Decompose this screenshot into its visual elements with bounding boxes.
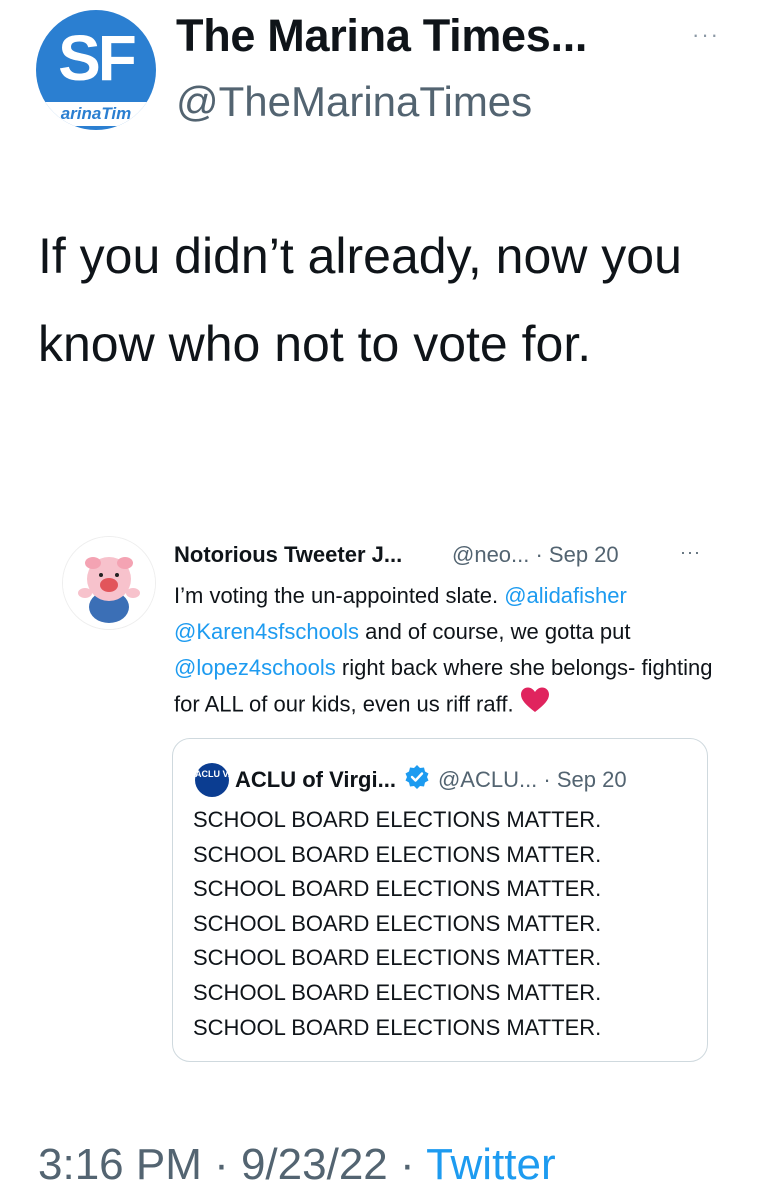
- nested-handle-date[interactable]: @ACLU... · Sep 20: [438, 767, 627, 792]
- timestamp-text[interactable]: 3:16 PM · 9/23/22 ·: [38, 1140, 426, 1189]
- quoted-text-part: I’m voting the un-appointed slate.: [174, 583, 505, 608]
- text-line: SCHOOL BOARD ELECTIONS MATTER.: [193, 1014, 602, 1040]
- avatar-logo-text: SF: [58, 22, 137, 94]
- mention-link[interactable]: @Karen4sfschools: [174, 619, 359, 644]
- nested-author-name[interactable]: ACLU of Virgi...: [235, 767, 396, 792]
- nested-quote-card[interactable]: ACLU VAACLU of Virgi... @ACLU... · Sep 20…: [172, 738, 708, 1062]
- tweet-text: If you didn’t already, now you know who …: [38, 228, 682, 372]
- avatar-band-text: arinaTim: [36, 102, 156, 126]
- nested-quote-header: ACLU VAACLU of Virgi... @ACLU... · Sep 20: [195, 763, 627, 797]
- aclu-avatar[interactable]: ACLU VA: [195, 763, 234, 797]
- nested-quote-text: SCHOOL BOARD ELECTIONS MATTER. SCHOOL BO…: [193, 803, 601, 1045]
- more-options-icon[interactable]: ···: [692, 22, 720, 48]
- quoted-handle-date[interactable]: @neo... · Sep 20: [452, 542, 619, 568]
- pig-figure-icon: [63, 537, 155, 629]
- mention-link[interactable]: @alidafisher: [504, 583, 627, 608]
- text-line: SCHOOL BOARD ELECTIONS MATTER.: [193, 807, 602, 832]
- source-link[interactable]: Twitter: [426, 1140, 556, 1189]
- tweet-timestamp: 3:16 PM · 9/23/22 · Twitter: [38, 1140, 556, 1190]
- text-line: SCHOOL BOARD ELECTIONS MATTER.: [193, 945, 602, 971]
- quoted-tweet-text: I’m voting the un-appointed slate. @alid…: [174, 578, 734, 725]
- author-avatar[interactable]: SF arinaTim: [36, 10, 156, 130]
- text-line: SCHOOL BOARD ELECTIONS MATTER.: [193, 910, 602, 936]
- text-line: SCHOOL BOARD ELECTIONS MATTER.: [193, 876, 602, 902]
- text-line: SCHOOL BOARD ELECTIONS MATTER.: [193, 841, 602, 867]
- text-line: SCHOOL BOARD ELECTIONS MATTER.: [193, 979, 602, 1005]
- author-display-name[interactable]: The Marina Times...: [176, 10, 587, 62]
- quoted-author-name[interactable]: Notorious Tweeter J...: [174, 542, 402, 568]
- verified-badge-icon: [404, 764, 430, 796]
- quoted-text-part: and of course, we gotta put: [358, 619, 631, 644]
- quoted-more-options-icon[interactable]: ···: [680, 542, 701, 563]
- author-handle[interactable]: @TheMarinaTimes: [176, 78, 532, 126]
- mention-link[interactable]: @lopez4schools: [174, 655, 336, 680]
- heart-icon: [520, 686, 550, 725]
- quoted-author-avatar[interactable]: [62, 536, 156, 630]
